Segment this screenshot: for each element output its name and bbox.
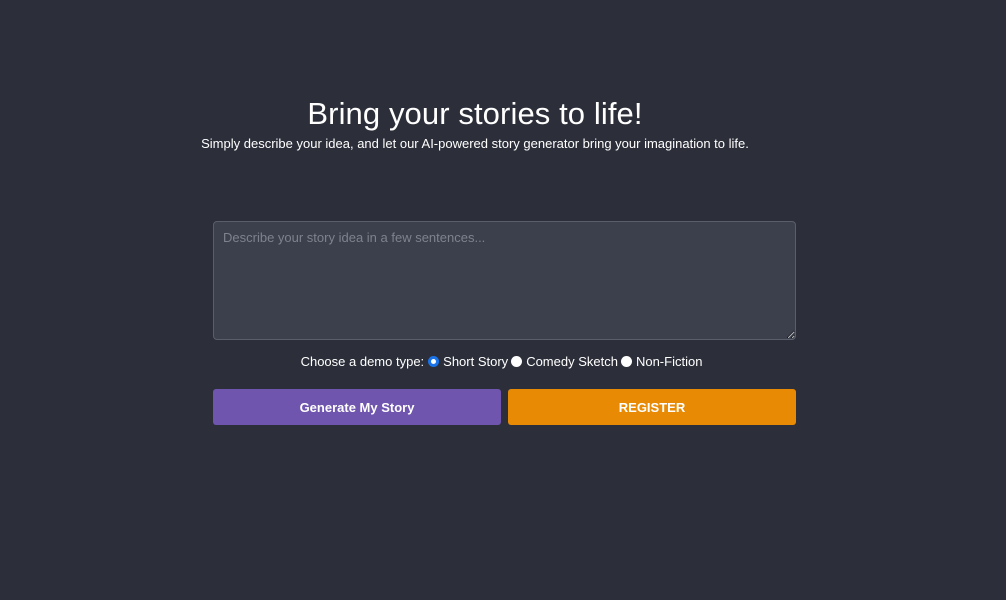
radio-non-fiction[interactable]: Non-Fiction — [620, 353, 703, 369]
radio-unchecked-icon[interactable] — [511, 355, 523, 367]
demo-type-label: Choose a demo type: — [300, 353, 425, 369]
hero-section: Bring your stories to life! Simply descr… — [0, 94, 950, 154]
page: Bring your stories to life! Simply descr… — [0, 0, 1006, 600]
radio-short-story[interactable]: Short Story — [428, 354, 508, 369]
radio-label-non-fiction: Non-Fiction — [635, 353, 703, 369]
radio-unchecked-icon[interactable] — [620, 355, 632, 367]
page-subtitle: Simply describe your idea, and let our A… — [201, 136, 749, 151]
story-idea-input[interactable] — [213, 221, 796, 340]
generate-story-button[interactable]: Generate My Story — [213, 389, 501, 425]
radio-label-comedy-sketch: Comedy Sketch — [526, 353, 618, 369]
radio-label-short-story: Short Story — [443, 353, 509, 369]
radio-checked-icon[interactable] — [428, 355, 440, 367]
page-title: Bring your stories to life! — [307, 96, 643, 131]
demo-type-selector: Choose a demo type: Short Story Comedy S… — [0, 351, 1006, 371]
register-button[interactable]: REGISTER — [508, 389, 796, 425]
radio-comedy-sketch[interactable]: Comedy Sketch — [511, 354, 618, 369]
